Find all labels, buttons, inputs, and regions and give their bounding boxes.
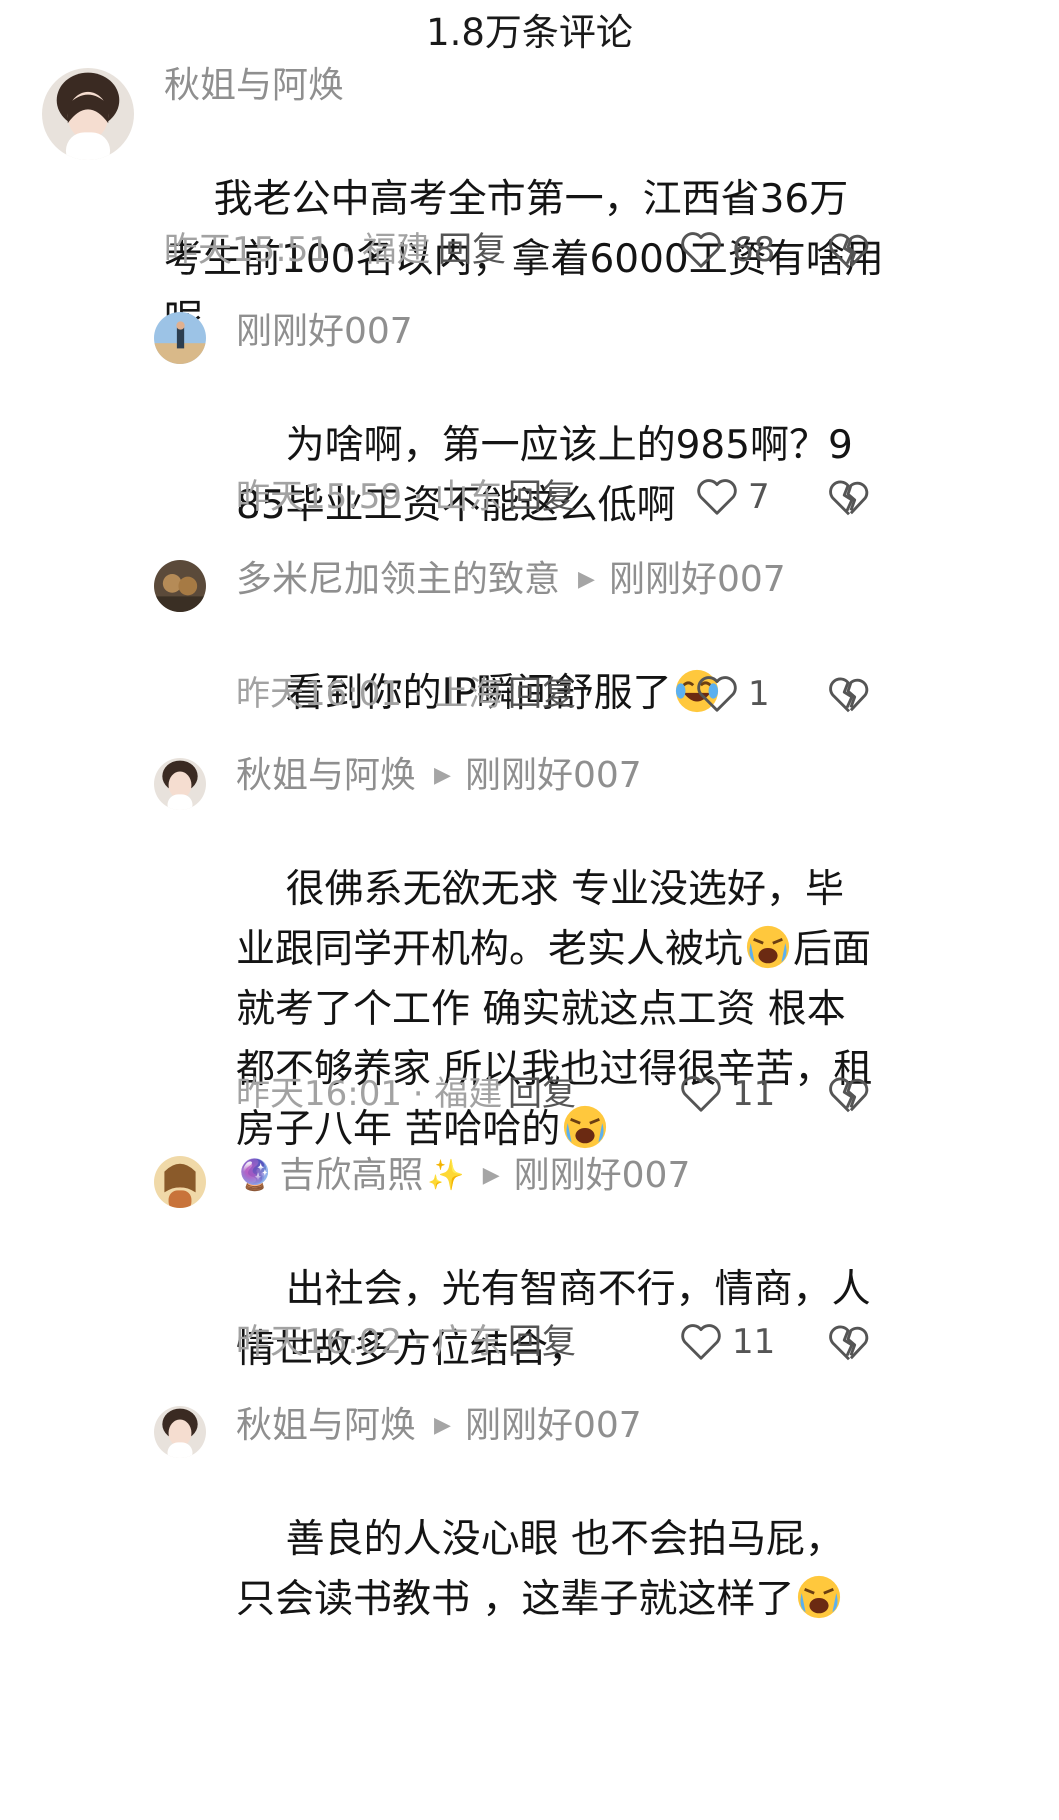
reply-to-name[interactable]: 刚刚好007 bbox=[514, 1154, 691, 1198]
comment-reply-item: 秋姐与阿焕 ▶ 刚刚好007 很佛系无欲无求 专业没选好，毕业跟同学开机构。老实… bbox=[0, 740, 1059, 1152]
heart-outline-icon bbox=[681, 232, 721, 268]
comment-time-location: 昨天15:51 · 福建 bbox=[164, 230, 431, 270]
reply-to-name[interactable]: 刚刚好007 bbox=[465, 1404, 642, 1448]
like-count: 7 bbox=[748, 477, 770, 517]
like-count: 11 bbox=[732, 1322, 776, 1362]
reply-to-name[interactable]: 刚刚好007 bbox=[609, 558, 786, 602]
reply-button[interactable]: 回复 bbox=[508, 672, 576, 716]
comment-item: 秋姐与阿焕 我老公中高考全市第一，江西省36万考生前100名以内，拿着6000工… bbox=[0, 0, 1059, 342]
like-count: 11 bbox=[732, 1074, 776, 1114]
like-button[interactable]: 11 bbox=[680, 1320, 775, 1364]
like-button[interactable]: 1 bbox=[696, 672, 770, 716]
broken-heart-icon[interactable] bbox=[828, 477, 870, 519]
avatar[interactable] bbox=[154, 560, 206, 612]
heart-outline-icon bbox=[697, 676, 737, 712]
reply-arrow-icon: ▶ bbox=[482, 1163, 500, 1188]
comment-author-name[interactable]: 🔮 吉欣高照 ✨ ▶ 刚刚好007 bbox=[236, 1154, 690, 1198]
comment-author-name[interactable]: 秋姐与阿焕 ▶ 刚刚好007 bbox=[236, 1404, 642, 1448]
comment-reply-item: 多米尼加领主的致意 ▶ 刚刚好007 看到你的IP瞬间舒服了 昨天16:01 ·… bbox=[0, 540, 1059, 740]
sparkle-icon: ✨ bbox=[427, 1158, 465, 1193]
comment-time-location: 昨天16:02 · 广东 bbox=[236, 1322, 503, 1362]
cry-emoji bbox=[746, 925, 790, 969]
reply-arrow-icon: ▶ bbox=[434, 763, 451, 788]
reply-to-name[interactable]: 刚刚好007 bbox=[465, 754, 642, 798]
broken-heart-icon[interactable] bbox=[828, 1322, 870, 1364]
comment-time-location: 昨天16:01 · 福建 bbox=[236, 1074, 503, 1114]
comment-text: 善良的人没心眼 也不会拍马屁，只会读书教书 ，这辈子就这样了 bbox=[236, 1517, 844, 1622]
avatar[interactable] bbox=[154, 312, 206, 364]
reply-button[interactable]: 回复 bbox=[438, 228, 506, 272]
comment-author-name[interactable]: 多米尼加领主的致意 ▶ 刚刚好007 bbox=[236, 558, 786, 602]
avatar[interactable] bbox=[154, 1406, 206, 1458]
reply-button[interactable]: 回复 bbox=[508, 1072, 576, 1116]
comment-time-location: 昨天15:59 · 山东 bbox=[236, 477, 503, 517]
reply-button[interactable]: 回复 bbox=[508, 475, 576, 519]
like-button[interactable]: 7 bbox=[696, 475, 770, 519]
like-button[interactable]: 68 bbox=[680, 228, 775, 272]
comment-time-location: 昨天16:01 · 上海 bbox=[236, 674, 503, 714]
crystal-ball-icon: 🔮 bbox=[236, 1158, 274, 1193]
avatar[interactable] bbox=[154, 758, 206, 810]
broken-heart-icon[interactable] bbox=[828, 1074, 870, 1116]
comment-author-name[interactable]: 刚刚好007 bbox=[236, 310, 413, 354]
comment-reply-item: 刚刚好007 为啥啊，第一应该上的985啊？985毕业工资不能这么低啊 昨天15… bbox=[0, 290, 1059, 540]
avatar[interactable] bbox=[154, 1156, 206, 1208]
reply-arrow-icon: ▶ bbox=[578, 567, 595, 592]
broken-heart-icon[interactable] bbox=[828, 230, 870, 272]
heart-outline-icon bbox=[681, 1324, 721, 1360]
like-count: 1 bbox=[748, 674, 770, 714]
reply-arrow-icon: ▶ bbox=[434, 1413, 451, 1438]
comment-author-name[interactable]: 秋姐与阿焕 ▶ 刚刚好007 bbox=[236, 754, 642, 798]
comment-reply-item: 秋姐与阿焕 ▶ 刚刚好007 善良的人没心眼 也不会拍马屁，只会读书教书 ，这辈… bbox=[0, 1390, 1059, 1820]
cry-emoji bbox=[798, 1575, 841, 1619]
heart-outline-icon bbox=[681, 1076, 721, 1112]
heart-outline-icon bbox=[697, 479, 737, 515]
reply-button[interactable]: 回复 bbox=[508, 1320, 576, 1364]
like-button[interactable]: 11 bbox=[680, 1072, 775, 1116]
comment-reply-item: 🔮 吉欣高照 ✨ ▶ 刚刚好007 出社会，光有智商不行，情商，人情世故多方位结… bbox=[0, 1140, 1059, 1390]
broken-heart-icon[interactable] bbox=[828, 674, 870, 716]
comment-author-name[interactable]: 秋姐与阿焕 bbox=[164, 64, 344, 108]
like-count: 68 bbox=[732, 230, 776, 270]
avatar[interactable] bbox=[42, 68, 134, 160]
